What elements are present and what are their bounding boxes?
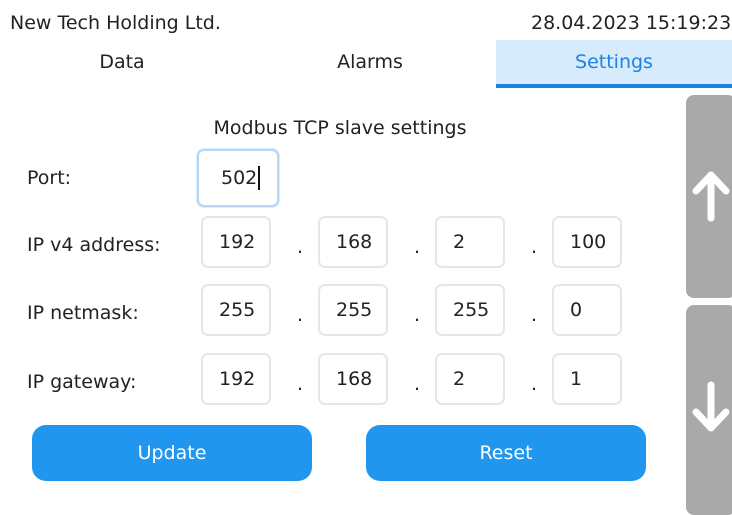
- netmask-label: IP netmask:: [27, 302, 139, 324]
- port-label: Port:: [27, 167, 72, 189]
- tab-data[interactable]: Data: [0, 40, 244, 84]
- datetime-display: 28.04.2023 15:19:23: [531, 12, 732, 34]
- octet-separator: .: [414, 236, 421, 258]
- octet-separator: .: [297, 304, 304, 326]
- netmask-octet-3[interactable]: 255: [435, 284, 505, 336]
- netmask-octet-1[interactable]: 255: [201, 284, 271, 336]
- netmask-octet-4[interactable]: 0: [552, 284, 622, 336]
- tab-settings[interactable]: Settings: [496, 40, 732, 84]
- arrow-down-icon: [691, 381, 731, 439]
- ip-address-octet-3[interactable]: 2: [435, 216, 505, 268]
- company-name: New Tech Holding Ltd.: [10, 12, 221, 34]
- octet-separator: .: [531, 304, 538, 326]
- octet-separator: .: [414, 304, 421, 326]
- scroll-up-button[interactable]: [686, 95, 732, 298]
- port-value: 502: [221, 167, 258, 189]
- octet-separator: .: [531, 236, 538, 258]
- tab-alarms[interactable]: Alarms: [248, 40, 492, 84]
- text-cursor: [258, 166, 261, 190]
- octet-separator: .: [297, 373, 304, 395]
- octet-separator: .: [297, 236, 304, 258]
- update-button[interactable]: Update: [32, 425, 312, 481]
- gateway-octet-2[interactable]: 168: [318, 353, 388, 405]
- octet-separator: .: [414, 373, 421, 395]
- ip-address-label: IP v4 address:: [27, 234, 161, 256]
- gateway-octet-3[interactable]: 2: [435, 353, 505, 405]
- gateway-octet-4[interactable]: 1: [552, 353, 622, 405]
- gateway-octet-1[interactable]: 192: [201, 353, 271, 405]
- netmask-octet-2[interactable]: 255: [318, 284, 388, 336]
- arrow-up-icon: [691, 168, 731, 226]
- active-tab-indicator: [496, 84, 732, 88]
- ip-address-octet-4[interactable]: 100: [552, 216, 622, 268]
- section-title: Modbus TCP slave settings: [213, 117, 467, 139]
- gateway-label: IP gateway:: [27, 371, 137, 393]
- port-input[interactable]: 502: [197, 149, 279, 207]
- scroll-down-button[interactable]: [686, 305, 732, 515]
- octet-separator: .: [531, 373, 538, 395]
- ip-address-octet-2[interactable]: 168: [318, 216, 388, 268]
- reset-button[interactable]: Reset: [366, 425, 646, 481]
- ip-address-octet-1[interactable]: 192: [201, 216, 271, 268]
